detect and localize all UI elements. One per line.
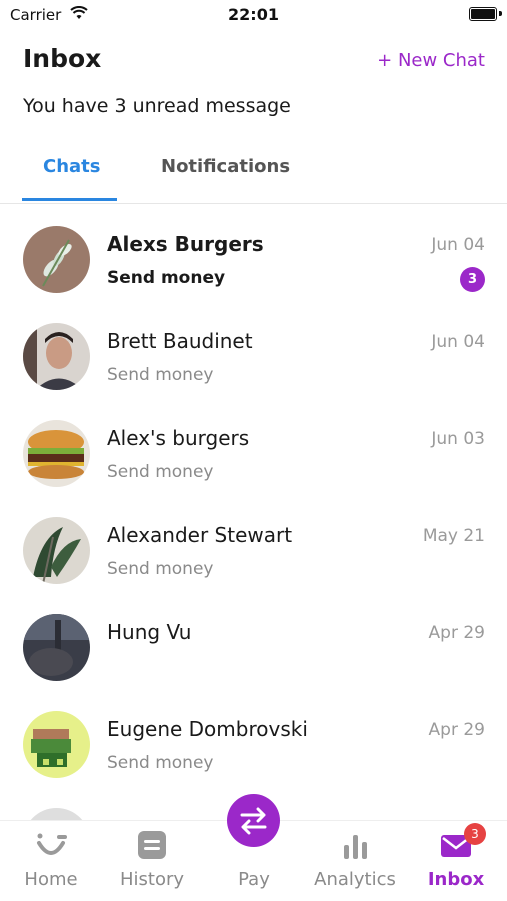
tab-chats[interactable]: Chats	[43, 156, 101, 177]
pay-button[interactable]	[227, 794, 280, 847]
nav-history-label: History	[119, 869, 185, 890]
chat-preview: Send money	[107, 365, 214, 385]
avatar	[23, 517, 90, 584]
chat-date: Jun 03	[431, 429, 485, 449]
chat-preview: Send money	[107, 559, 214, 579]
tab-bar: Chats Notifications	[0, 148, 507, 204]
battery-tip	[499, 11, 502, 16]
chat-date: Jun 04	[431, 332, 485, 352]
chat-date: Apr 29	[428, 720, 485, 740]
nav-home-label: Home	[24, 869, 78, 890]
chat-row-alexander-stewart[interactable]: Alexander Stewart Send money May 21	[0, 501, 507, 598]
avatar	[23, 226, 90, 293]
inbox-count-badge: 3	[464, 823, 486, 845]
chat-date: May 21	[422, 526, 485, 546]
status-bar: Carrier 22:01	[0, 0, 507, 30]
chat-preview: Send money	[107, 753, 214, 773]
chat-row-brett-baudinet[interactable]: Brett Baudinet Send money Jun 04	[0, 307, 507, 404]
nav-analytics-label: Analytics	[314, 869, 396, 890]
nav-pay-label: Pay	[238, 869, 270, 890]
smile-icon	[37, 833, 67, 855]
chat-preview: Send money	[107, 268, 226, 288]
chat-row-alexs-burgers-2[interactable]: Alex's burgers Send money Jun 03	[0, 404, 507, 501]
chat-name: Alex's burgers	[107, 426, 250, 450]
history-icon	[138, 831, 166, 859]
bar-chart-icon	[344, 835, 367, 859]
chat-name: Alexs Burgers	[107, 232, 264, 256]
chat-date: Jun 04	[431, 235, 485, 255]
chat-name: Alexander Stewart	[107, 523, 293, 547]
swap-arrows-icon	[240, 807, 267, 835]
nav-analytics[interactable]: Analytics	[305, 821, 405, 901]
nav-inbox-label: Inbox	[427, 869, 485, 890]
active-tab-indicator	[22, 198, 117, 201]
unread-summary: You have 3 unread message	[23, 95, 291, 117]
chat-preview: Send money	[107, 462, 214, 482]
nav-inbox[interactable]: Inbox	[406, 821, 506, 901]
avatar	[23, 614, 90, 681]
unread-badge: 3	[460, 267, 485, 292]
chat-row-eugene-dombrovski[interactable]: Eugene Dombrovski Send money Apr 29	[0, 695, 507, 792]
chat-name: Hung Vu	[107, 620, 192, 644]
chat-name: Brett Baudinet	[107, 329, 253, 353]
page-title: Inbox	[23, 44, 102, 73]
nav-history[interactable]: History	[102, 821, 202, 901]
avatar	[23, 323, 90, 390]
chat-date: Apr 29	[428, 623, 485, 643]
chat-name: Eugene Dombrovski	[107, 717, 308, 741]
clock: 22:01	[228, 5, 279, 24]
chat-row-hung-vu[interactable]: Hung Vu Apr 29	[0, 598, 507, 695]
avatar	[23, 711, 90, 778]
battery-icon	[469, 7, 497, 21]
tab-notifications[interactable]: Notifications	[161, 156, 290, 177]
nav-home[interactable]: Home	[1, 821, 101, 901]
avatar	[23, 420, 90, 487]
chat-row-alexs-burgers[interactable]: Alexs Burgers Send money Jun 04 3	[0, 210, 507, 307]
new-chat-button[interactable]: + New Chat	[377, 50, 485, 71]
